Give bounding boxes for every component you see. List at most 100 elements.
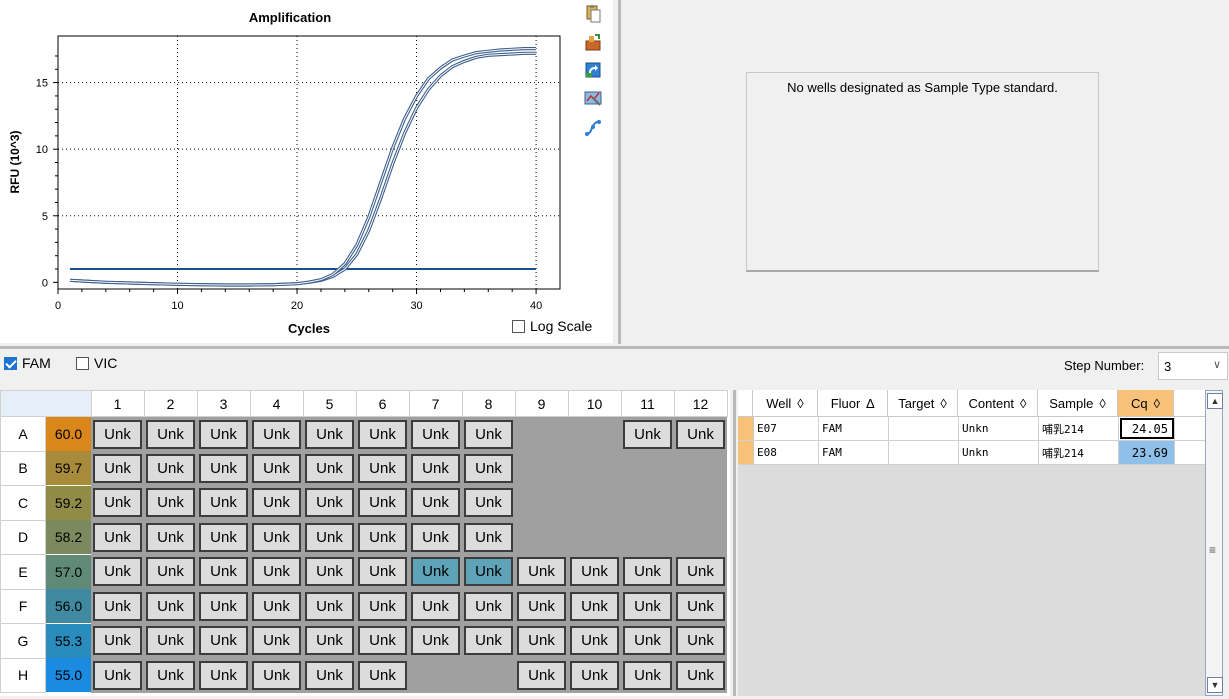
column-header-fluor[interactable]: Fluor ∆ (818, 390, 888, 416)
plate-well-a7[interactable]: Unk (409, 416, 462, 451)
fluor-toggle-fam[interactable]: FAM (4, 355, 51, 371)
refresh-icon[interactable] (583, 60, 603, 80)
plate-well-b8[interactable]: Unk (462, 451, 515, 486)
plate-well-g1[interactable]: Unk (91, 623, 144, 658)
plate-well-f3[interactable]: Unk (197, 589, 250, 624)
plate-well-c6[interactable]: Unk (356, 485, 409, 520)
plate-well-d10[interactable] (568, 520, 621, 555)
plate-well-c2[interactable]: Unk (144, 485, 197, 520)
plate-well-e12[interactable]: Unk (674, 554, 727, 589)
plate-well-b11[interactable] (621, 451, 674, 486)
horizontal-splitter[interactable] (0, 346, 1229, 349)
column-header-cq[interactable]: Cq ◊ (1118, 390, 1174, 416)
plate-well-g9[interactable]: Unk (515, 623, 568, 658)
scroll-down-icon[interactable]: ▼ (1207, 677, 1223, 693)
plate-column-header[interactable]: 10 (567, 390, 622, 417)
plate-well-b6[interactable]: Unk (356, 451, 409, 486)
plate-well-b2[interactable]: Unk (144, 451, 197, 486)
plate-row-header[interactable]: E (0, 554, 46, 590)
results-scrollbar[interactable]: ▲ ≡ ▼ (1205, 390, 1223, 696)
plate-well-f6[interactable]: Unk (356, 589, 409, 624)
plate-well-h11[interactable]: Unk (621, 658, 674, 693)
plate-well-c8[interactable]: Unk (462, 485, 515, 520)
plate-well-a3[interactable]: Unk (197, 416, 250, 451)
plate-column-header[interactable]: 1 (90, 390, 145, 417)
plate-well-b7[interactable]: Unk (409, 451, 462, 486)
plate-row-header[interactable]: F (0, 588, 46, 624)
plate-row-header[interactable]: A (0, 416, 46, 452)
plate-well-d7[interactable]: Unk (409, 520, 462, 555)
plate-well-b12[interactable] (674, 451, 727, 486)
results-row[interactable]: E07 FAM Unkn 哺乳214 24.05 (738, 417, 1205, 441)
plate-well-f9[interactable]: Unk (515, 589, 568, 624)
scroll-grip-icon[interactable]: ≡ (1209, 543, 1216, 557)
plate-well-c4[interactable]: Unk (250, 485, 303, 520)
plate-well-h8[interactable] (462, 658, 515, 693)
plate-row-header[interactable]: G (0, 623, 46, 659)
plate-well-h10[interactable]: Unk (568, 658, 621, 693)
results-row[interactable]: E08 FAM Unkn 哺乳214 23.69 (738, 441, 1205, 465)
plate-well-g4[interactable]: Unk (250, 623, 303, 658)
plate-well-e3[interactable]: Unk (197, 554, 250, 589)
log-scale-checkbox[interactable] (512, 319, 525, 333)
sort-icon[interactable]: ◊ (1099, 396, 1105, 411)
plate-well-g5[interactable]: Unk (303, 623, 356, 658)
plate-well-d11[interactable] (621, 520, 674, 555)
column-header-sample[interactable]: Sample ◊ (1038, 390, 1118, 416)
plate-well-g3[interactable]: Unk (197, 623, 250, 658)
plate-well-h6[interactable]: Unk (356, 658, 409, 693)
plate-well-b4[interactable]: Unk (250, 451, 303, 486)
plate-well-d5[interactable]: Unk (303, 520, 356, 555)
plate-well-f5[interactable]: Unk (303, 589, 356, 624)
plate-well-f10[interactable]: Unk (568, 589, 621, 624)
plate-well-a11[interactable]: Unk (621, 416, 674, 451)
plate-well-h3[interactable]: Unk (197, 658, 250, 693)
plate-column-header[interactable]: 9 (514, 390, 569, 417)
plate-well-a5[interactable]: Unk (303, 416, 356, 451)
cell-cq[interactable]: 23.69 (1119, 441, 1175, 464)
plate-well-b5[interactable]: Unk (303, 451, 356, 486)
plate-well-g10[interactable]: Unk (568, 623, 621, 658)
plate-well-g2[interactable]: Unk (144, 623, 197, 658)
plate-well-b1[interactable]: Unk (91, 451, 144, 486)
plate-column-header[interactable]: 11 (620, 390, 675, 417)
plate-well-c3[interactable]: Unk (197, 485, 250, 520)
plate-well-e2[interactable]: Unk (144, 554, 197, 589)
plate-well-g7[interactable]: Unk (409, 623, 462, 658)
plate-well-b9[interactable] (515, 451, 568, 486)
plate-column-header[interactable]: 7 (408, 390, 463, 417)
plate-well-a4[interactable]: Unk (250, 416, 303, 451)
plate-well-e7[interactable]: Unk (409, 554, 462, 589)
row-marker[interactable] (738, 417, 754, 440)
plate-column-header[interactable]: 12 (673, 390, 728, 417)
sort-icon[interactable]: ◊ (1020, 396, 1026, 411)
plate-well-a12[interactable]: Unk (674, 416, 727, 451)
plate-well-c9[interactable] (515, 485, 568, 520)
plate-well-h2[interactable]: Unk (144, 658, 197, 693)
column-header-target[interactable]: Target ◊ (888, 390, 958, 416)
plate-well-h5[interactable]: Unk (303, 658, 356, 693)
plate-well-h12[interactable]: Unk (674, 658, 727, 693)
vertical-splitter-bottom[interactable] (733, 390, 736, 696)
series-line-e07[interactable] (69, 52, 537, 286)
plate-well-d4[interactable]: Unk (250, 520, 303, 555)
sort-icon[interactable]: ∆ (866, 396, 874, 411)
plate-well-f12[interactable]: Unk (674, 589, 727, 624)
plate-well-h9[interactable]: Unk (515, 658, 568, 693)
plate-well-h7[interactable] (409, 658, 462, 693)
plate-well-e8[interactable]: Unk (462, 554, 515, 589)
plate-row-header[interactable]: C (0, 485, 46, 521)
plate-column-header[interactable]: 3 (196, 390, 251, 417)
plate-row-header[interactable]: B (0, 450, 46, 486)
chart-settings-icon[interactable] (583, 88, 603, 108)
plate-column-header[interactable]: 5 (302, 390, 357, 417)
plate-well-g11[interactable]: Unk (621, 623, 674, 658)
vertical-splitter[interactable] (618, 0, 621, 344)
plate-well-e10[interactable]: Unk (568, 554, 621, 589)
plate-well-e9[interactable]: Unk (515, 554, 568, 589)
sort-icon[interactable]: ◊ (1154, 396, 1160, 411)
plate-well-f11[interactable]: Unk (621, 589, 674, 624)
plate-well-g6[interactable]: Unk (356, 623, 409, 658)
plate-well-h1[interactable]: Unk (91, 658, 144, 693)
plate-column-header[interactable]: 6 (355, 390, 410, 417)
